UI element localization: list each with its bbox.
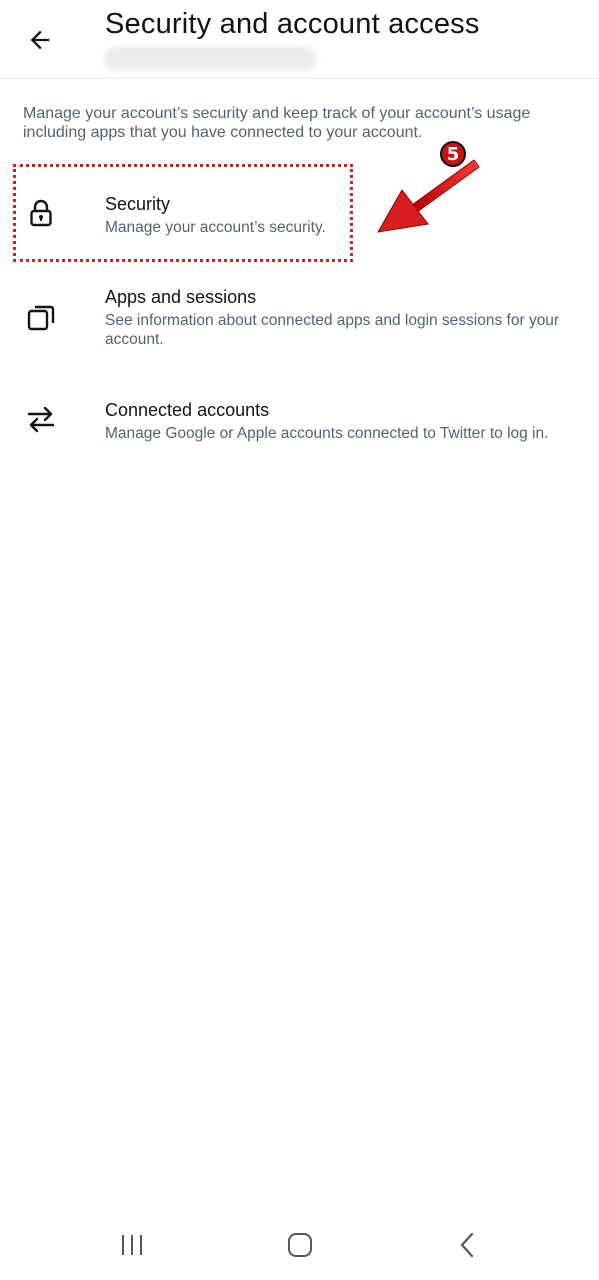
annotation-arrow (377, 159, 480, 233)
settings-item-description: See information about connected apps and… (105, 312, 560, 348)
nav-back-icon (460, 1232, 474, 1258)
home-icon (288, 1233, 312, 1257)
nav-back-button[interactable] (446, 1230, 490, 1260)
recent-apps-button[interactable] (110, 1230, 154, 1260)
settings-item-title: Connected accounts (105, 400, 270, 420)
step-number-badge: 5 (440, 141, 466, 167)
system-navigation-bar (0, 1210, 599, 1280)
recent-apps-icon (122, 1235, 142, 1255)
settings-item-description: Manage Google or Apple accounts connecte… (105, 425, 549, 442)
settings-item-connected-accounts[interactable]: Connected accounts Manage Google or Appl… (0, 390, 599, 460)
security-settings-page: Security and account access Manage your … (0, 0, 599, 1280)
copy-windows-icon (22, 298, 60, 336)
swap-arrows-icon (22, 400, 60, 438)
home-button[interactable] (278, 1230, 322, 1260)
